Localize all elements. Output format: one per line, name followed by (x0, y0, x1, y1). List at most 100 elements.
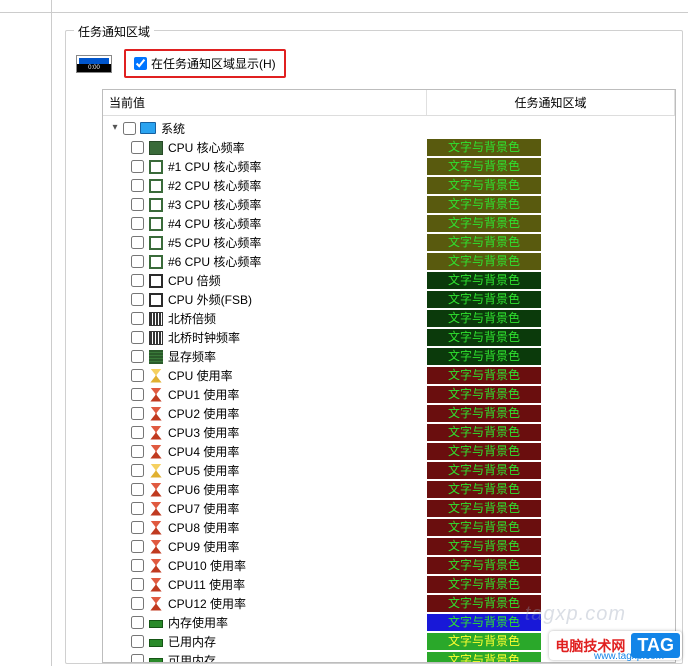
color-badge[interactable]: 文字与背景色 (427, 405, 541, 422)
list-item[interactable]: 内存使用率文字与背景色 (107, 613, 675, 632)
color-badge[interactable]: 文字与背景色 (427, 424, 541, 441)
list-item[interactable]: 北桥倍频文字与背景色 (107, 309, 675, 328)
list-item[interactable]: CPU 倍频文字与背景色 (107, 271, 675, 290)
item-checkbox[interactable] (131, 236, 144, 249)
list-item[interactable]: #2 CPU 核心频率文字与背景色 (107, 176, 675, 195)
root-row[interactable]: ▾ 系统 (107, 118, 675, 138)
color-badge[interactable]: 文字与背景色 (427, 500, 541, 517)
item-checkbox[interactable] (131, 407, 144, 420)
item-checkbox[interactable] (131, 217, 144, 230)
list-item[interactable]: CPU3 使用率 文字与背景色 (107, 423, 675, 442)
hour-r-icon (149, 559, 163, 573)
item-checkbox[interactable] (131, 559, 144, 572)
hour-r-icon (149, 388, 163, 402)
color-badge[interactable]: 文字与背景色 (427, 348, 541, 365)
list-item-left: CPU3 使用率 (107, 424, 427, 441)
color-badge[interactable]: 文字与背景色 (427, 462, 541, 479)
show-in-tray-input[interactable] (134, 57, 147, 70)
item-checkbox[interactable] (131, 331, 144, 344)
item-checkbox[interactable] (131, 654, 144, 662)
top-outer-border (0, 12, 688, 13)
list-item[interactable]: #1 CPU 核心频率文字与背景色 (107, 157, 675, 176)
color-badge[interactable]: 文字与背景色 (427, 329, 541, 346)
color-badge[interactable]: 文字与背景色 (427, 557, 541, 574)
list-item-left: CPU8 使用率 (107, 519, 427, 536)
hour-r-icon (149, 521, 163, 535)
header-row: 在任务通知区域显示(H) (76, 49, 286, 78)
item-checkbox[interactable] (131, 502, 144, 515)
list-item[interactable]: CPU8 使用率文字与背景色 (107, 518, 675, 537)
color-badge[interactable]: 文字与背景色 (427, 481, 541, 498)
color-badge[interactable]: 文字与背景色 (427, 633, 541, 650)
color-badge[interactable]: 文字与背景色 (427, 367, 541, 384)
list-item[interactable]: CPU 使用率文字与背景色 (107, 366, 675, 385)
list-item[interactable]: #6 CPU 核心频率文字与背景色 (107, 252, 675, 271)
list-item[interactable]: 显存频率文字与背景色 (107, 347, 675, 366)
list-item[interactable]: CPU1 使用率文字与背景色 (107, 385, 675, 404)
color-badge[interactable]: 文字与背景色 (427, 652, 541, 662)
color-badge[interactable]: 文字与背景色 (427, 177, 541, 194)
color-badge[interactable]: 文字与背景色 (427, 595, 541, 612)
color-badge[interactable]: 文字与背景色 (427, 196, 541, 213)
list-item[interactable]: CPU9 使用率文字与背景色 (107, 537, 675, 556)
item-checkbox[interactable] (131, 597, 144, 610)
list-item[interactable]: CPU12 使用率文字与背景色 (107, 594, 675, 613)
col-current-value[interactable]: 当前值 (103, 90, 427, 115)
list-item[interactable]: 北桥时钟频率文字与背景色 (107, 328, 675, 347)
list-item[interactable]: CPU 外频(FSB)文字与背景色 (107, 290, 675, 309)
item-checkbox[interactable] (131, 350, 144, 363)
item-checkbox[interactable] (131, 160, 144, 173)
item-checkbox[interactable] (131, 255, 144, 268)
item-label: CPU 核心频率 (168, 139, 245, 156)
item-checkbox[interactable] (131, 312, 144, 325)
item-checkbox[interactable] (131, 464, 144, 477)
item-checkbox[interactable] (131, 388, 144, 401)
show-in-tray-checkbox[interactable]: 在任务通知区域显示(H) (124, 49, 286, 78)
root-checkbox[interactable] (123, 122, 136, 135)
color-badge[interactable]: 文字与背景色 (427, 215, 541, 232)
item-checkbox[interactable] (131, 179, 144, 192)
color-badge[interactable]: 文字与背景色 (427, 519, 541, 536)
color-badge[interactable]: 文字与背景色 (427, 291, 541, 308)
list-item[interactable]: #3 CPU 核心频率文字与背景色 (107, 195, 675, 214)
item-checkbox[interactable] (131, 521, 144, 534)
item-checkbox[interactable] (131, 369, 144, 382)
list-item[interactable]: #4 CPU 核心频率文字与背景色 (107, 214, 675, 233)
color-badge[interactable]: 文字与背景色 (427, 614, 541, 631)
item-checkbox[interactable] (131, 198, 144, 211)
item-checkbox[interactable] (131, 483, 144, 496)
list-item[interactable]: CPU4 使用率文字与背景色 (107, 442, 675, 461)
list-item[interactable]: CPU2 使用率文字与背景色 (107, 404, 675, 423)
color-badge[interactable]: 文字与背景色 (427, 576, 541, 593)
expand-toggle-icon[interactable]: ▾ (109, 122, 121, 134)
list-item[interactable]: CPU5 使用率文字与背景色 (107, 461, 675, 480)
item-checkbox[interactable] (131, 540, 144, 553)
list-item[interactable]: #5 CPU 核心频率文字与背景色 (107, 233, 675, 252)
item-checkbox[interactable] (131, 426, 144, 439)
col-tray-area[interactable]: 任务通知区域 (427, 90, 675, 115)
item-checkbox[interactable] (131, 616, 144, 629)
item-checkbox[interactable] (131, 578, 144, 591)
color-badge[interactable]: 文字与背景色 (427, 538, 541, 555)
list-item[interactable]: CPU10 使用率文字与背景色 (107, 556, 675, 575)
list-item[interactable]: CPU7 使用率文字与背景色 (107, 499, 675, 518)
item-checkbox[interactable] (131, 141, 144, 154)
item-checkbox[interactable] (131, 293, 144, 306)
color-badge[interactable]: 文字与背景色 (427, 234, 541, 251)
color-badge[interactable]: 文字与背景色 (427, 139, 541, 156)
list-item[interactable]: CPU 核心频率 文字与背景色 (107, 138, 675, 157)
bars-icon (149, 331, 163, 345)
color-badge[interactable]: 文字与背景色 (427, 386, 541, 403)
color-badge[interactable]: 文字与背景色 (427, 272, 541, 289)
color-badge[interactable]: 文字与背景色 (427, 158, 541, 175)
color-badge[interactable]: 文字与背景色 (427, 443, 541, 460)
item-checkbox[interactable] (131, 635, 144, 648)
list-item[interactable]: CPU6 使用率文字与背景色 (107, 480, 675, 499)
item-checkbox[interactable] (131, 445, 144, 458)
list-body[interactable]: ▾ 系统 CPU 核心频率文字与背景色#1 CPU 核心频率文字与背景色#2 C… (103, 116, 675, 662)
color-badge[interactable]: 文字与背景色 (427, 253, 541, 270)
color-badge[interactable]: 文字与背景色 (427, 310, 541, 327)
item-label: CPU3 使用率 (168, 424, 239, 441)
item-checkbox[interactable] (131, 274, 144, 287)
list-item[interactable]: CPU11 使用率文字与背景色 (107, 575, 675, 594)
